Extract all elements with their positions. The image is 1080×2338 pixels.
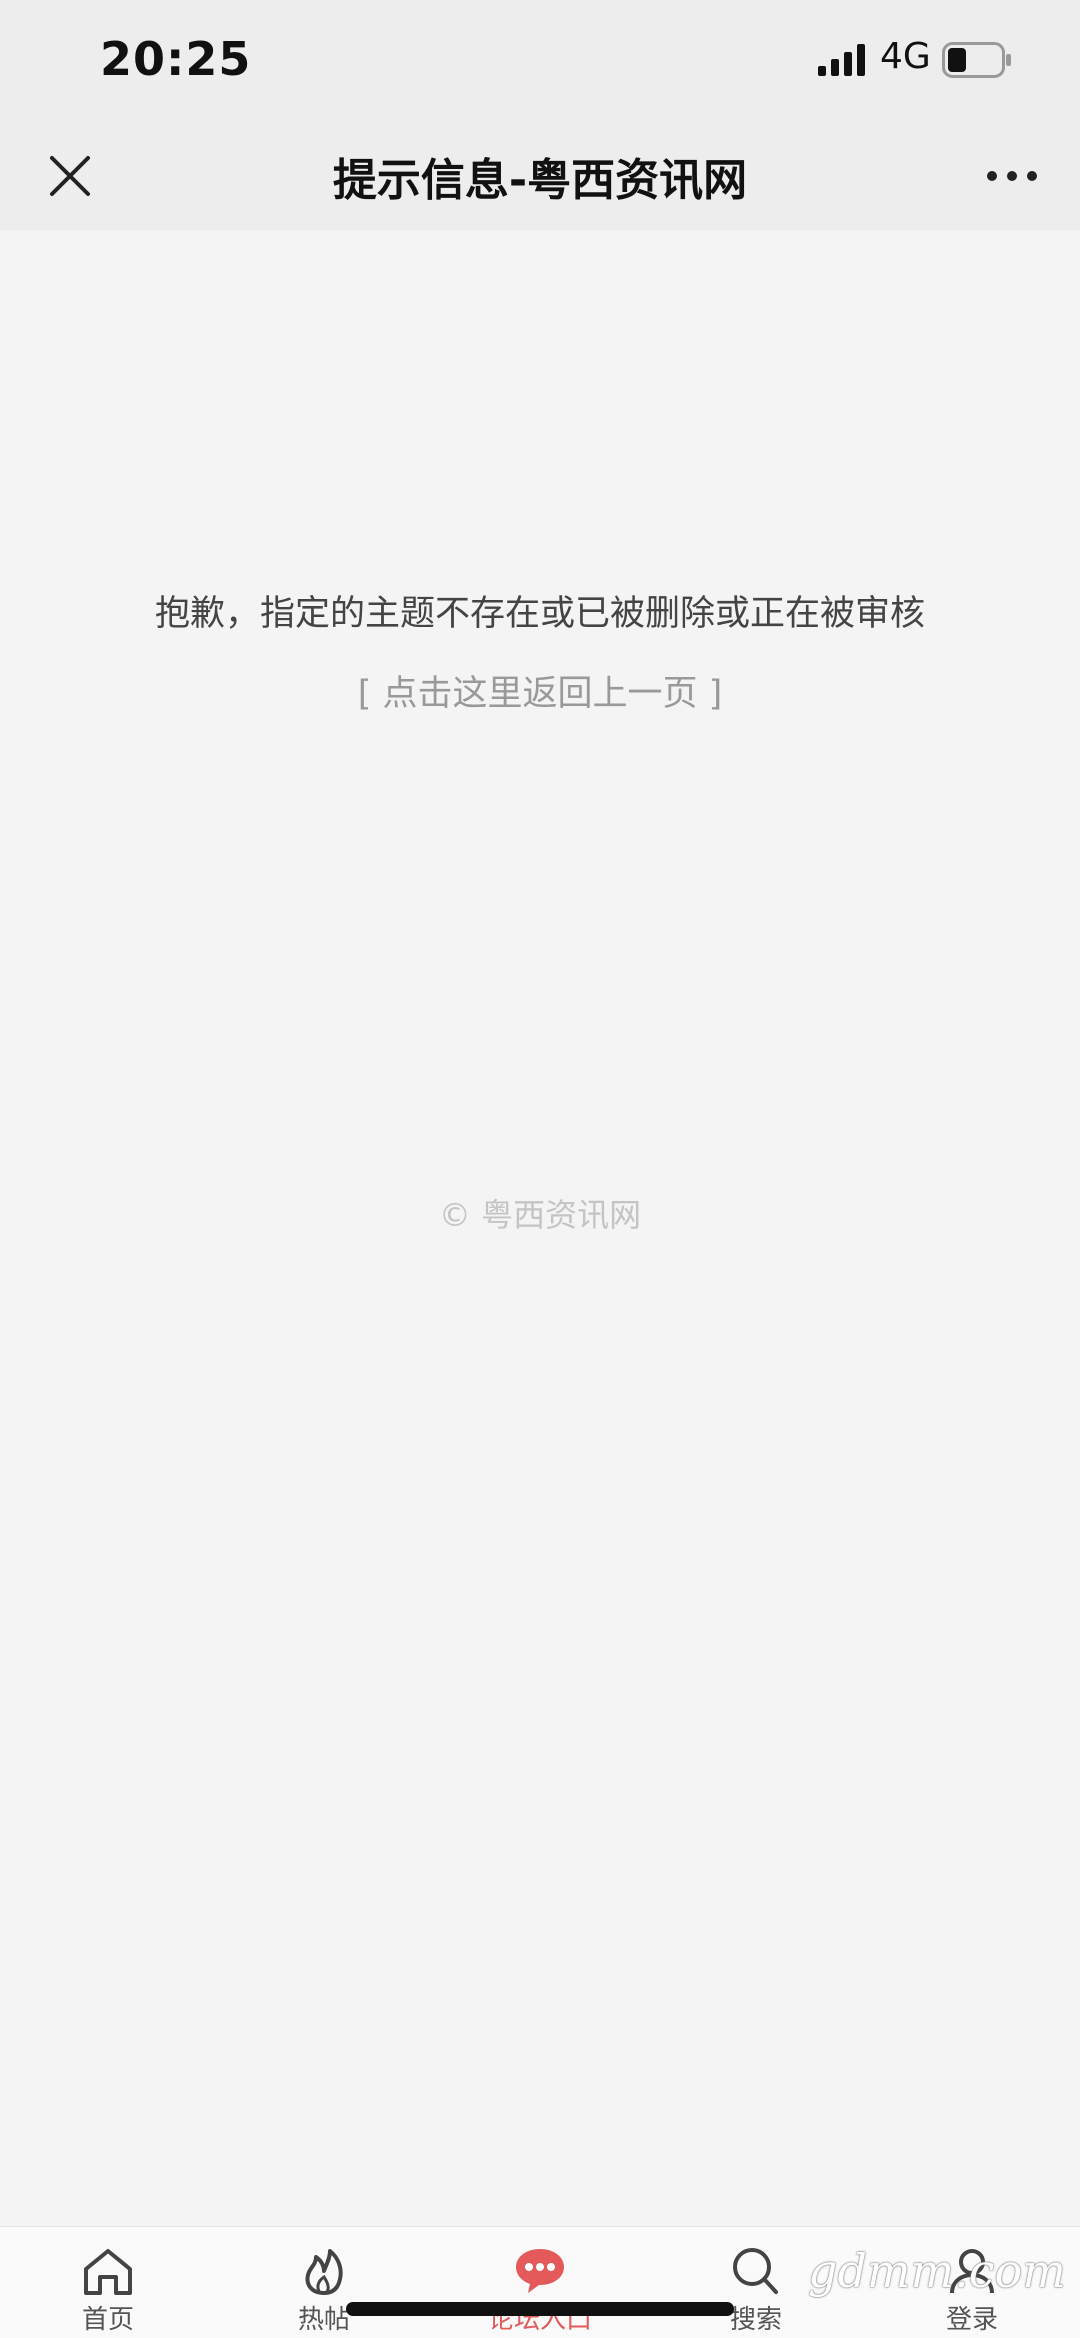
tab-label: 搜索 <box>729 2305 782 2335</box>
more-icon <box>987 171 1037 181</box>
tab-label: 热帖 <box>297 2305 350 2335</box>
tab-forum-entry[interactable]: 论坛入口 <box>432 2227 648 2338</box>
page-title: 提示信息-粤西资讯网 <box>332 155 748 206</box>
more-button[interactable] <box>976 156 1048 196</box>
tab-home[interactable]: 首页 <box>0 2227 216 2338</box>
main-content: 抱歉，指定的主题不存在或已被删除或正在被审核 [ 点击这里返回上一页 ] © 粤… <box>0 230 1080 2226</box>
chat-bubble-icon <box>516 2249 564 2293</box>
tab-label: 首页 <box>81 2305 134 2335</box>
status-bar: 20:25 4G <box>0 0 1080 120</box>
error-message: 抱歉，指定的主题不存在或已被删除或正在被审核 <box>154 594 925 634</box>
search-icon <box>733 2248 778 2294</box>
nav-header: 提示信息-粤西资讯网 <box>0 120 1080 230</box>
watermark: gdmm.com <box>808 2244 1066 2298</box>
status-time: 20:25 <box>100 32 252 86</box>
tab-label: 登录 <box>945 2305 998 2335</box>
tab-hot-posts[interactable]: 热帖 <box>216 2227 432 2338</box>
battery-icon <box>942 42 1011 78</box>
home-indicator <box>346 2302 734 2316</box>
copyright-text: © 粤西资讯网 <box>438 1196 642 1234</box>
home-icon <box>84 2249 132 2295</box>
signal-icon <box>818 44 865 76</box>
network-label: 4G <box>880 36 931 77</box>
flame-icon <box>305 2249 343 2295</box>
back-link[interactable]: [ 点击这里返回上一页 ] <box>0 665 1080 716</box>
